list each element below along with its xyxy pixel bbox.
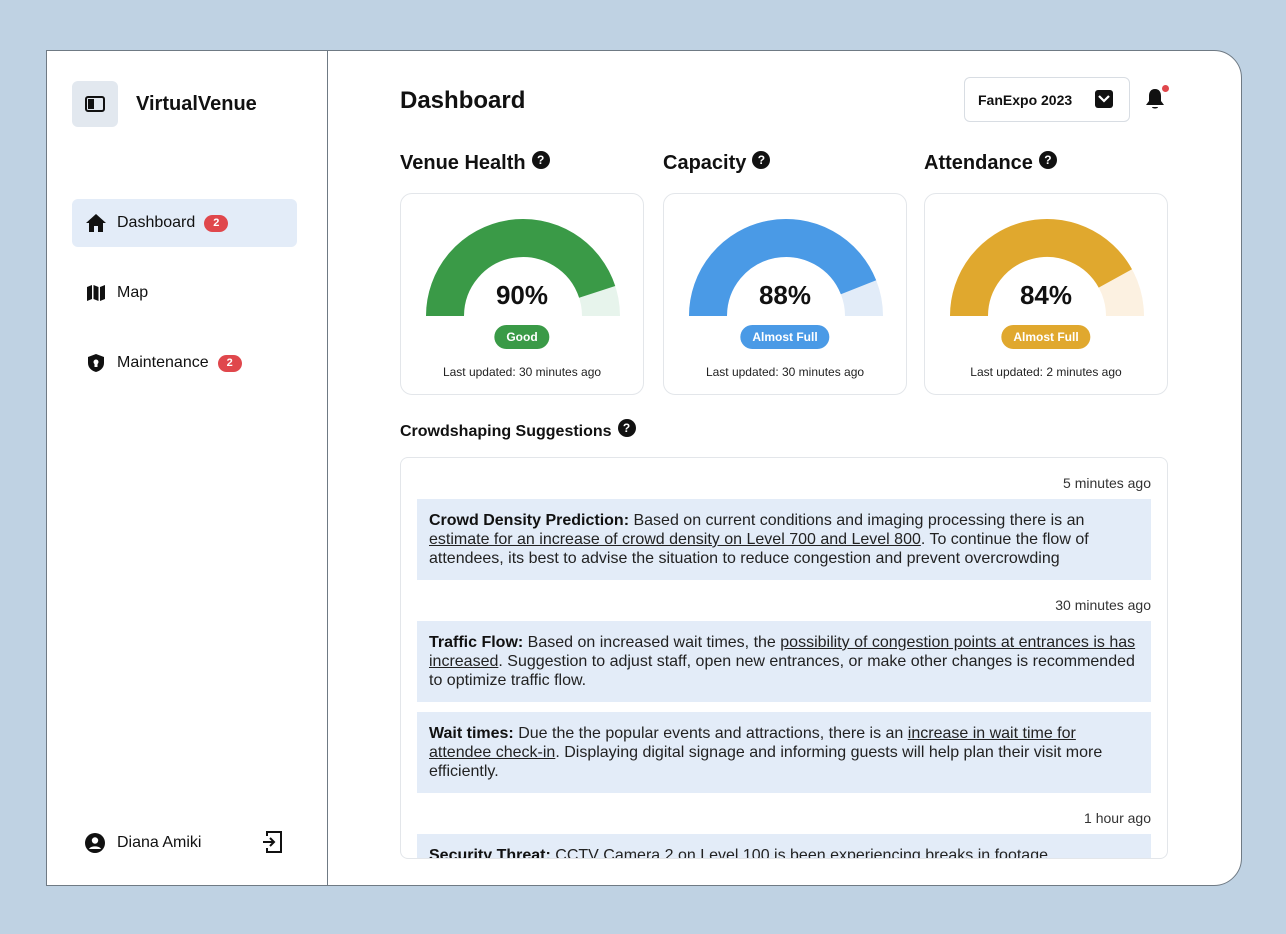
event-select[interactable]: FanExpo 2023	[964, 77, 1130, 122]
logout-icon	[263, 831, 282, 853]
notification-badge: 2	[217, 354, 242, 372]
logout-button[interactable]	[259, 829, 285, 855]
help-icon[interactable]: ?	[752, 150, 771, 169]
suggestion-item[interactable]: Crowd Density Prediction: Based on curre…	[417, 499, 1151, 580]
gauge-value: 84%	[1019, 280, 1073, 310]
last-updated: Last updated: 30 minutes ago	[705, 365, 865, 379]
user-icon	[85, 833, 105, 853]
sidebar-item-label: Map	[117, 284, 149, 301]
last-updated: Last updated: 2 minutes ago	[970, 365, 1122, 379]
status-badge: Almost Full	[1001, 325, 1091, 349]
metric-title-text: Venue Health	[400, 152, 526, 174]
brand-name: VirtualVenue	[136, 92, 257, 115]
sidebar-item-label: Maintenance	[117, 354, 209, 371]
shield-icon	[85, 352, 107, 374]
capacity-title: Capacity ?	[663, 150, 771, 175]
help-icon[interactable]: ?	[531, 150, 550, 169]
metric-title-text: Attendance	[924, 152, 1033, 174]
suggestions-list[interactable]: 5 minutes ago Crowd Density Prediction: …	[400, 457, 1168, 859]
attendance-card: 84% Almost Full Last updated: 2 minutes …	[924, 193, 1168, 395]
suggestion-label: Security Threat:	[429, 847, 551, 859]
sidebar: VirtualVenue Dashboard 2 Map Maintenance…	[47, 51, 328, 885]
page-title: Dashboard	[400, 87, 526, 114]
brand: VirtualVenue	[72, 81, 257, 127]
notification-dot	[1162, 85, 1169, 92]
suggestion-text: Due the the popular events and attractio…	[513, 725, 908, 742]
user-profile[interactable]: Diana Amiki	[85, 831, 285, 853]
main-content: Dashboard FanExpo 2023 Venue Health ? Ca…	[329, 51, 1241, 885]
sidebar-item-map[interactable]: Map	[72, 269, 297, 317]
suggestion-text: . Suggestion to adjust staff, open new e…	[429, 653, 1135, 689]
venue-health-card: 90% Good Last updated: 30 minutes ago	[400, 193, 644, 395]
venue-health-title: Venue Health ?	[400, 150, 550, 175]
suggestion-label: Traffic Flow:	[429, 634, 524, 651]
notifications-button[interactable]	[1144, 85, 1170, 113]
suggestion-label: Crowd Density Prediction:	[429, 512, 630, 529]
gauge-value: 88%	[758, 280, 812, 310]
suggestion-item[interactable]: Security Threat: CCTV Camera 2 on Level …	[417, 834, 1151, 859]
suggestion-label: Wait times:	[429, 725, 514, 742]
section-title-text: Crowdshaping Suggestions	[400, 423, 612, 440]
status-badge: Good	[494, 325, 550, 349]
app-window: VirtualVenue Dashboard 2 Map Maintenance…	[46, 50, 1242, 886]
suggestion-text: Based on increased wait times, the	[523, 634, 781, 651]
sidebar-item-label: Dashboard	[117, 214, 196, 231]
capacity-card: 88% Almost Full Last updated: 30 minutes…	[663, 193, 907, 395]
map-icon	[85, 282, 107, 304]
help-icon[interactable]: ?	[617, 419, 636, 437]
sidebar-nav: Dashboard 2 Map Maintenance 2	[72, 199, 297, 409]
suggestion-time: 5 minutes ago	[1063, 475, 1151, 491]
sidebar-item-maintenance[interactable]: Maintenance 2	[72, 339, 297, 387]
home-icon	[85, 212, 107, 234]
last-updated: Last updated: 30 minutes ago	[442, 365, 602, 379]
attendance-title: Attendance ?	[924, 150, 1057, 175]
suggestion-text: Based on current conditions and imaging …	[629, 512, 1085, 529]
user-name: Diana Amiki	[117, 834, 202, 851]
suggestion-item[interactable]: Traffic Flow: Based on increased wait ti…	[417, 621, 1151, 702]
suggestion-text: CCTV Camera 2 on Level 100 is been exper…	[550, 847, 1053, 859]
sidebar-toggle-button[interactable]	[72, 81, 118, 127]
gauge-value: 90%	[495, 280, 549, 310]
suggestions-title: Crowdshaping Suggestions ?	[400, 419, 636, 441]
sidebar-item-dashboard[interactable]: Dashboard 2	[72, 199, 297, 247]
status-badge: Almost Full	[740, 325, 830, 349]
help-icon[interactable]: ?	[1038, 150, 1057, 169]
sidebar-toggle-icon	[85, 96, 105, 112]
suggestion-item[interactable]: Wait times: Due the the popular events a…	[417, 712, 1151, 793]
suggestion-time: 30 minutes ago	[1055, 597, 1151, 613]
metric-title-text: Capacity	[663, 152, 747, 174]
event-select-value: FanExpo 2023	[978, 91, 1073, 108]
chevron-down-icon	[1095, 90, 1113, 108]
suggestion-link[interactable]: estimate for an increase of crowd densit…	[429, 531, 921, 548]
suggestion-time: 1 hour ago	[1084, 810, 1151, 826]
notification-badge: 2	[204, 214, 229, 232]
